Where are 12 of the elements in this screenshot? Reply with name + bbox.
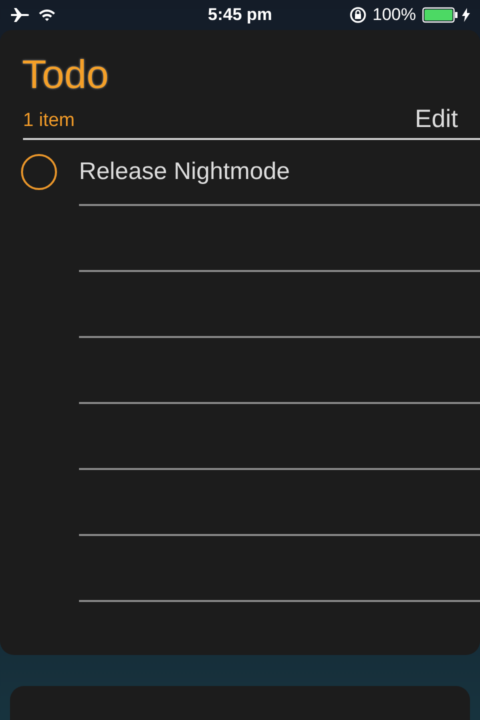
wifi-icon [38, 8, 56, 22]
item-count: 1 item [23, 110, 75, 133]
charging-icon [462, 8, 470, 22]
battery-icon [422, 7, 458, 23]
edit-button[interactable]: Edit [414, 105, 480, 138]
todo-item-text[interactable]: Release Nightmode [79, 158, 290, 186]
checkbox[interactable] [21, 154, 57, 190]
battery-percent: 100% [372, 5, 416, 25]
airplane-icon [10, 7, 30, 23]
list-title: Todo [22, 52, 110, 99]
rotation-lock-icon [348, 6, 367, 24]
status-time: 5:45 pm [208, 5, 272, 25]
